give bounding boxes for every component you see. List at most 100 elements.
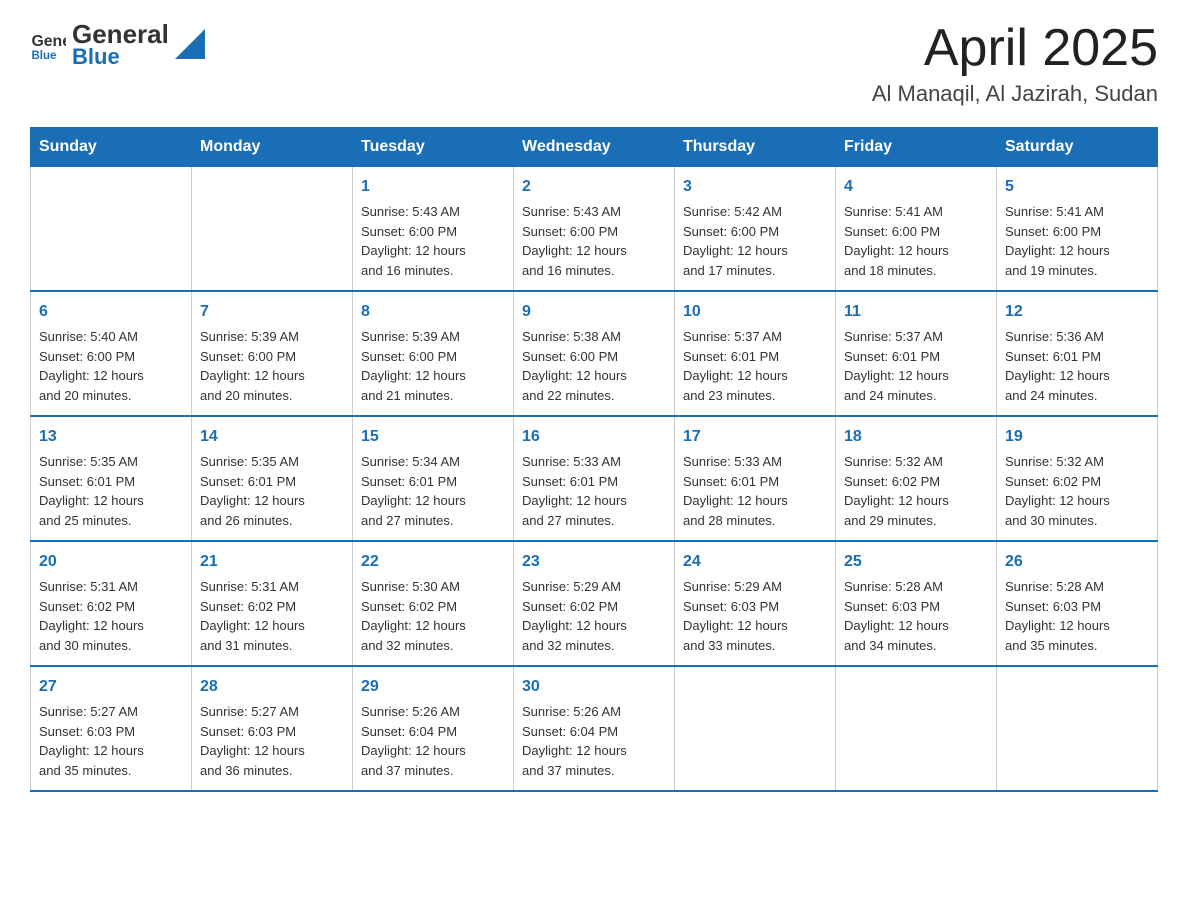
calendar-cell: 20 Sunrise: 5:31 AM Sunset: 6:02 PM Dayli… [31,541,192,666]
day-of-week-friday: Friday [836,128,997,167]
calendar-cell: 30 Sunrise: 5:26 AM Sunset: 6:04 PM Dayli… [514,666,675,791]
day-info: Sunrise: 5:31 AM Sunset: 6:02 PM Dayligh… [200,577,344,655]
calendar-cell: 24 Sunrise: 5:29 AM Sunset: 6:03 PM Dayli… [675,541,836,666]
day-info: Sunrise: 5:39 AM Sunset: 6:00 PM Dayligh… [200,327,344,405]
day-info: Sunrise: 5:37 AM Sunset: 6:01 PM Dayligh… [683,327,827,405]
calendar-cell: 27 Sunrise: 5:27 AM Sunset: 6:03 PM Dayli… [31,666,192,791]
day-info: Sunrise: 5:27 AM Sunset: 6:03 PM Dayligh… [39,702,183,780]
day-number: 18 [844,425,988,449]
day-info: Sunrise: 5:31 AM Sunset: 6:02 PM Dayligh… [39,577,183,655]
calendar-cell: 2Sunrise: 5:43 AM Sunset: 6:00 PM Daylig… [514,167,675,292]
day-info: Sunrise: 5:42 AM Sunset: 6:00 PM Dayligh… [683,202,827,280]
calendar-cell: 15 Sunrise: 5:34 AM Sunset: 6:01 PM Dayli… [353,416,514,541]
calendar-cell: 18Sunrise: 5:32 AM Sunset: 6:02 PM Dayli… [836,416,997,541]
calendar-header: SundayMondayTuesdayWednesdayThursdayFrid… [31,128,1158,167]
calendar-cell: 7 Sunrise: 5:39 AM Sunset: 6:00 PM Daylig… [192,291,353,416]
calendar-cell [192,167,353,292]
day-number: 4 [844,175,988,199]
calendar-cell: 17 Sunrise: 5:33 AM Sunset: 6:01 PM Dayli… [675,416,836,541]
calendar-week-4: 20 Sunrise: 5:31 AM Sunset: 6:02 PM Dayli… [31,541,1158,666]
day-number: 11 [844,300,988,324]
day-number: 9 [522,300,666,324]
day-info: Sunrise: 5:28 AM Sunset: 6:03 PM Dayligh… [844,577,988,655]
calendar-cell: 9 Sunrise: 5:38 AM Sunset: 6:00 PM Daylig… [514,291,675,416]
page-header: General Blue General Blue April 2025 Al … [30,20,1158,107]
day-info: Sunrise: 5:28 AM Sunset: 6:03 PM Dayligh… [1005,577,1149,655]
day-number: 23 [522,550,666,574]
logo-triangle-icon [175,29,205,59]
day-number: 26 [1005,550,1149,574]
day-number: 5 [1005,175,1149,199]
day-info: Sunrise: 5:26 AM Sunset: 6:04 PM Dayligh… [522,702,666,780]
day-info: Sunrise: 5:27 AM Sunset: 6:03 PM Dayligh… [200,702,344,780]
calendar-cell: 8Sunrise: 5:39 AM Sunset: 6:00 PM Daylig… [353,291,514,416]
days-of-week-row: SundayMondayTuesdayWednesdayThursdayFrid… [31,128,1158,167]
day-number: 22 [361,550,505,574]
day-number: 14 [200,425,344,449]
day-info: Sunrise: 5:35 AM Sunset: 6:01 PM Dayligh… [200,452,344,530]
calendar-cell: 6 Sunrise: 5:40 AM Sunset: 6:00 PM Daylig… [31,291,192,416]
calendar-cell: 13Sunrise: 5:35 AM Sunset: 6:01 PM Dayli… [31,416,192,541]
day-info: Sunrise: 5:37 AM Sunset: 6:01 PM Dayligh… [844,327,988,405]
calendar-cell: 4 Sunrise: 5:41 AM Sunset: 6:00 PM Daylig… [836,167,997,292]
day-of-week-wednesday: Wednesday [514,128,675,167]
calendar-cell: 16Sunrise: 5:33 AM Sunset: 6:01 PM Dayli… [514,416,675,541]
calendar-cell: 23Sunrise: 5:29 AM Sunset: 6:02 PM Dayli… [514,541,675,666]
day-number: 24 [683,550,827,574]
day-number: 29 [361,675,505,699]
day-of-week-thursday: Thursday [675,128,836,167]
day-number: 28 [200,675,344,699]
calendar-cell: 12 Sunrise: 5:36 AM Sunset: 6:01 PM Dayli… [997,291,1158,416]
day-info: Sunrise: 5:29 AM Sunset: 6:03 PM Dayligh… [683,577,827,655]
calendar-week-1: 1 Sunrise: 5:43 AM Sunset: 6:00 PM Daylig… [31,167,1158,292]
logo: General Blue General Blue [30,20,205,69]
day-info: Sunrise: 5:38 AM Sunset: 6:00 PM Dayligh… [522,327,666,405]
location: Al Manaqil, Al Jazirah, Sudan [872,81,1158,107]
day-number: 30 [522,675,666,699]
day-of-week-monday: Monday [192,128,353,167]
day-number: 16 [522,425,666,449]
calendar-cell: 5 Sunrise: 5:41 AM Sunset: 6:00 PM Daylig… [997,167,1158,292]
calendar-cell: 11 Sunrise: 5:37 AM Sunset: 6:01 PM Dayli… [836,291,997,416]
month-title: April 2025 [872,20,1158,77]
day-number: 27 [39,675,183,699]
day-number: 20 [39,550,183,574]
calendar-cell: 3 Sunrise: 5:42 AM Sunset: 6:00 PM Daylig… [675,167,836,292]
day-number: 2 [522,175,666,199]
day-info: Sunrise: 5:33 AM Sunset: 6:01 PM Dayligh… [683,452,827,530]
calendar-week-2: 6 Sunrise: 5:40 AM Sunset: 6:00 PM Daylig… [31,291,1158,416]
calendar-body: 1 Sunrise: 5:43 AM Sunset: 6:00 PM Daylig… [31,167,1158,792]
calendar-cell: 28 Sunrise: 5:27 AM Sunset: 6:03 PM Dayli… [192,666,353,791]
day-number: 21 [200,550,344,574]
calendar-cell: 1 Sunrise: 5:43 AM Sunset: 6:00 PM Daylig… [353,167,514,292]
day-number: 3 [683,175,827,199]
calendar-cell: 22 Sunrise: 5:30 AM Sunset: 6:02 PM Dayli… [353,541,514,666]
calendar-cell: 26 Sunrise: 5:28 AM Sunset: 6:03 PM Dayli… [997,541,1158,666]
day-number: 7 [200,300,344,324]
day-info: Sunrise: 5:41 AM Sunset: 6:00 PM Dayligh… [844,202,988,280]
day-number: 12 [1005,300,1149,324]
day-number: 10 [683,300,827,324]
day-info: Sunrise: 5:36 AM Sunset: 6:01 PM Dayligh… [1005,327,1149,405]
day-of-week-sunday: Sunday [31,128,192,167]
day-number: 6 [39,300,183,324]
calendar-cell: 21 Sunrise: 5:31 AM Sunset: 6:02 PM Dayli… [192,541,353,666]
day-number: 17 [683,425,827,449]
day-info: Sunrise: 5:30 AM Sunset: 6:02 PM Dayligh… [361,577,505,655]
calendar-week-5: 27 Sunrise: 5:27 AM Sunset: 6:03 PM Dayli… [31,666,1158,791]
day-number: 19 [1005,425,1149,449]
day-of-week-tuesday: Tuesday [353,128,514,167]
day-info: Sunrise: 5:41 AM Sunset: 6:00 PM Dayligh… [1005,202,1149,280]
day-info: Sunrise: 5:26 AM Sunset: 6:04 PM Dayligh… [361,702,505,780]
calendar-week-3: 13 Sunrise: 5:35 AM Sunset: 6:01 PM Dayli… [31,416,1158,541]
day-number: 1 [361,175,505,199]
day-info: Sunrise: 5:34 AM Sunset: 6:01 PM Dayligh… [361,452,505,530]
logo-blue: Blue [72,45,169,69]
day-number: 13 [39,425,183,449]
day-info: Sunrise: 5:40 AM Sunset: 6:00 PM Dayligh… [39,327,183,405]
calendar-cell: 19Sunrise: 5:32 AM Sunset: 6:02 PM Dayli… [997,416,1158,541]
day-number: 15 [361,425,505,449]
calendar-cell: 29 Sunrise: 5:26 AM Sunset: 6:04 PM Dayli… [353,666,514,791]
calendar-cell: 14 Sunrise: 5:35 AM Sunset: 6:01 PM Dayli… [192,416,353,541]
day-info: Sunrise: 5:43 AM Sunset: 6:00 PM Dayligh… [361,202,505,280]
